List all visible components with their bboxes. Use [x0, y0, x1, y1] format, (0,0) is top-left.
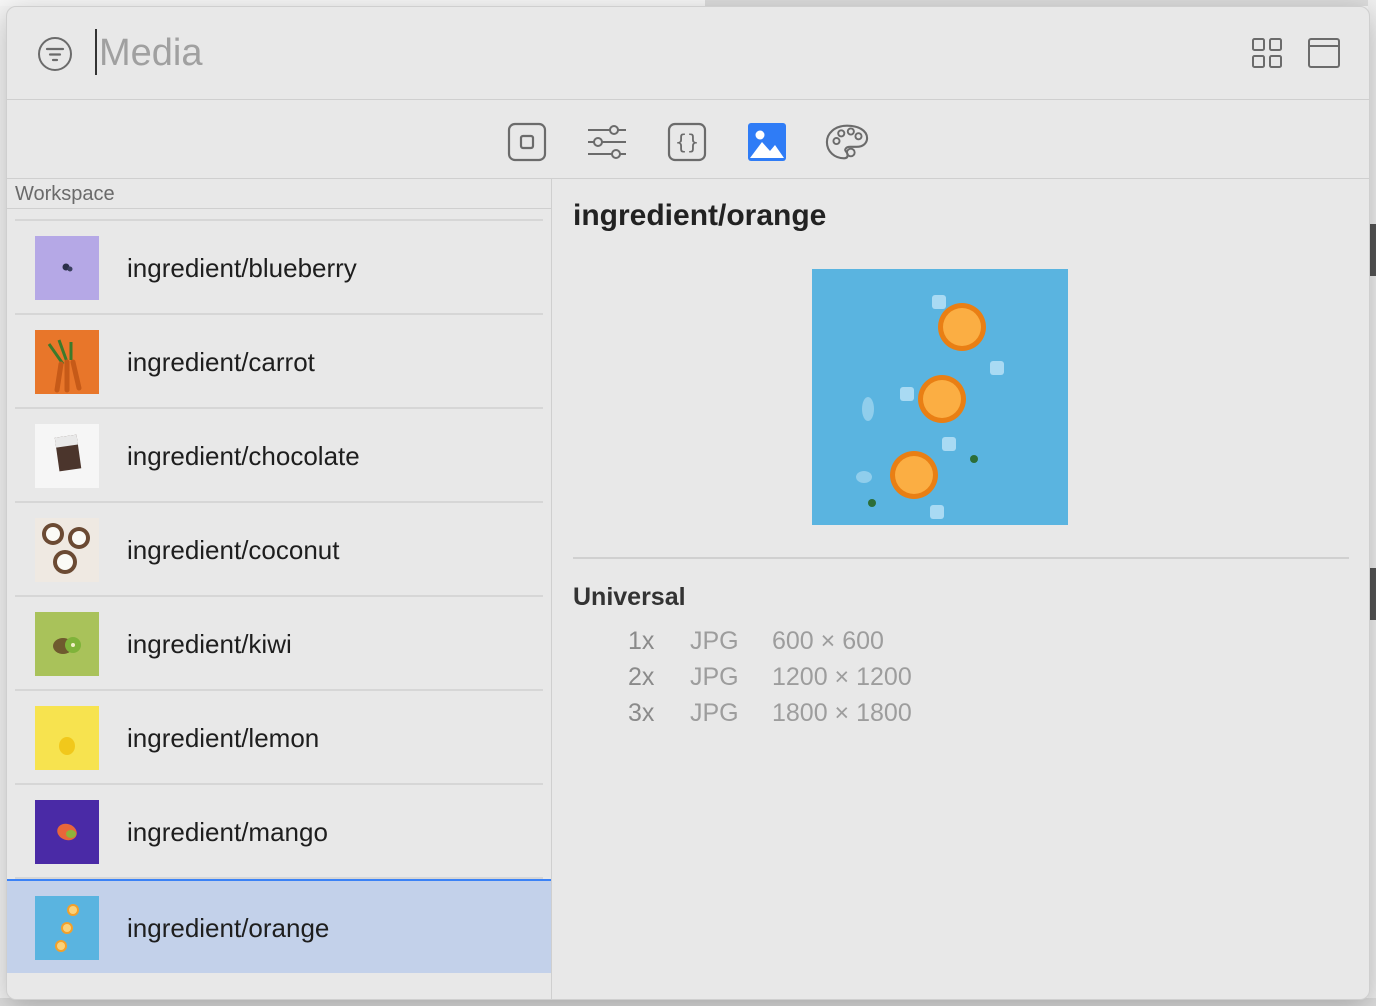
lemon-thumbnail: [35, 706, 99, 770]
library-panel: {} Workspace: [6, 6, 1370, 1000]
variant-heading: Universal: [573, 583, 686, 611]
image-preview: [812, 269, 1068, 525]
list-item[interactable]: ingredient/carrot: [7, 315, 551, 409]
mango-thumbnail: [35, 800, 99, 864]
variant-dimensions: 600 × 600: [772, 627, 884, 655]
variant-dimensions: 1200 × 1200: [772, 663, 912, 691]
image-icon: [748, 123, 786, 161]
svg-text:{}: {}: [675, 130, 699, 154]
list-item-label: ingredient/kiwi: [127, 629, 292, 659]
detail-view-icon[interactable]: [1307, 37, 1341, 69]
list-item[interactable]: ingredient/lemon: [7, 691, 551, 785]
search-bar: [7, 7, 1369, 100]
tab-colors[interactable]: [825, 120, 869, 164]
coconut-thumbnail: [35, 518, 99, 582]
variant-scale: 3x: [628, 699, 655, 727]
list-item-label: ingredient/chocolate: [127, 441, 360, 471]
chocolate-thumbnail: [35, 424, 99, 488]
palette-icon: [825, 124, 869, 160]
list-item-label: ingredient/orange: [127, 913, 330, 943]
list-item[interactable]: ingredient/blueberry: [7, 221, 551, 315]
media-list-sidebar: Workspace ingredient/banana ingredient/b…: [7, 179, 552, 999]
list-item-selected[interactable]: ingredient/orange: [7, 879, 551, 973]
list-item[interactable]: ingredient/chocolate: [7, 409, 551, 503]
detail-title: ingredient/orange: [573, 199, 827, 232]
kiwi-thumbnail: [35, 612, 99, 676]
variant-format: JPG: [690, 627, 739, 655]
tab-views[interactable]: [505, 120, 549, 164]
divider: [573, 557, 1349, 559]
variant-scale: 2x: [628, 663, 655, 691]
search-input[interactable]: [99, 25, 999, 81]
detail-pane: ingredient/orange Universal 1x JPG 600 ×…: [552, 179, 1369, 999]
media-list: ingredient/banana ingredient/blueberry: [7, 179, 551, 973]
filter-icon[interactable]: [37, 36, 73, 72]
list-item-label: ingredient/coconut: [127, 535, 340, 565]
section-header: Workspace: [7, 179, 551, 209]
carrot-thumbnail: [35, 330, 99, 394]
tab-media[interactable]: [745, 120, 789, 164]
list-item[interactable]: ingredient/kiwi: [7, 597, 551, 691]
list-item-label: ingredient/carrot: [127, 347, 315, 377]
list-item-label: ingredient/lemon: [127, 723, 320, 753]
library-tab-bar: {}: [7, 100, 1369, 179]
stop-square-icon: [507, 122, 547, 162]
curly-braces-icon: {}: [667, 122, 707, 162]
tab-modifiers[interactable]: [585, 120, 629, 164]
sliders-icon: [588, 125, 626, 159]
list-item[interactable]: ingredient/mango: [7, 785, 551, 879]
variant-format: JPG: [690, 699, 739, 727]
blueberry-thumbnail: [35, 236, 99, 300]
list-item-label: ingredient/blueberry: [127, 253, 357, 283]
grid-view-icon[interactable]: [1251, 37, 1283, 69]
orange-thumbnail: [35, 896, 99, 960]
variant-scale: 1x: [628, 627, 655, 655]
list-item[interactable]: ingredient/coconut: [7, 503, 551, 597]
variant-format: JPG: [690, 663, 739, 691]
text-cursor: [95, 29, 97, 75]
list-item-label: ingredient/mango: [127, 817, 328, 847]
variant-dimensions: 1800 × 1800: [772, 699, 912, 727]
tab-snippets[interactable]: {}: [665, 120, 709, 164]
